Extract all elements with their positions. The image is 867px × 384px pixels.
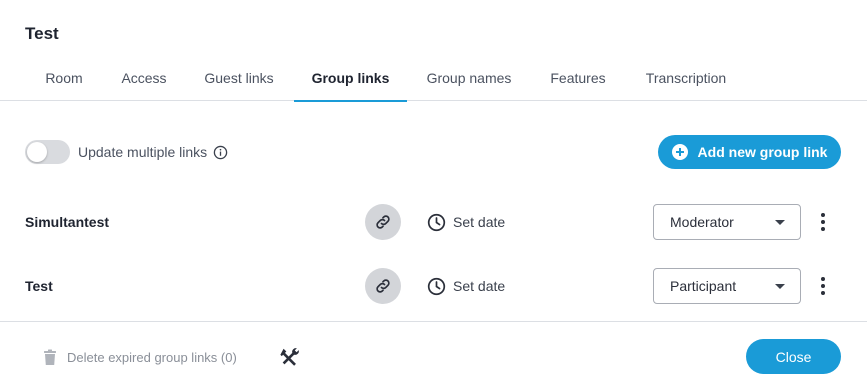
role-select[interactable]: Participant xyxy=(653,268,801,304)
delete-expired-label: Delete expired group links (0) xyxy=(67,349,237,365)
link-icon xyxy=(376,215,390,229)
caret-down-icon xyxy=(775,220,785,225)
kebab-menu-icon[interactable] xyxy=(813,210,833,234)
set-date-label: Set date xyxy=(453,278,506,294)
add-new-group-link-label: Add new group link xyxy=(697,144,828,160)
role-select-value: Moderator xyxy=(670,214,734,230)
tab-features[interactable]: Features xyxy=(541,56,615,101)
delete-expired-group-links-button[interactable]: Delete expired group links (0) xyxy=(43,345,237,369)
tab-group-names[interactable]: Group names xyxy=(418,56,520,101)
toggle-knob xyxy=(27,142,47,162)
kebab-menu-icon[interactable] xyxy=(813,274,833,298)
trash-icon xyxy=(44,349,56,365)
copy-link-button[interactable] xyxy=(365,268,401,304)
clock-icon xyxy=(427,277,446,295)
info-icon[interactable] xyxy=(213,145,228,160)
role-select[interactable]: Moderator xyxy=(653,204,801,240)
group-link-name: Test xyxy=(25,278,53,294)
set-date-button[interactable]: Set date xyxy=(427,202,505,242)
plus-circle-icon xyxy=(671,144,688,160)
add-new-group-link-button[interactable]: Add new group link xyxy=(658,135,841,169)
set-date-button[interactable]: Set date xyxy=(427,266,505,306)
tab-room[interactable]: Room xyxy=(34,56,94,101)
tab-access[interactable]: Access xyxy=(113,56,175,101)
tab-transcription[interactable]: Transcription xyxy=(636,56,736,101)
close-button[interactable]: Close xyxy=(746,339,841,374)
group-link-row: Simultantest Set date Moderator xyxy=(0,202,867,242)
dialog-title: Test xyxy=(25,24,59,43)
update-multiple-links-row: Update multiple links xyxy=(25,140,228,164)
tab-guest-links[interactable]: Guest links xyxy=(195,56,283,101)
set-date-label: Set date xyxy=(453,214,506,230)
clock-icon xyxy=(427,213,446,231)
footer-divider xyxy=(0,321,867,322)
tab-bar: Room Access Guest links Group links Grou… xyxy=(0,56,867,102)
update-multiple-links-toggle[interactable] xyxy=(25,140,70,164)
hammer-wrench-icon[interactable] xyxy=(279,346,301,368)
caret-down-icon xyxy=(775,284,785,289)
group-link-name: Simultantest xyxy=(25,214,110,230)
role-select-value: Participant xyxy=(670,278,737,294)
update-multiple-links-label: Update multiple links xyxy=(78,144,208,160)
copy-link-button[interactable] xyxy=(365,204,401,240)
group-link-row: Test Set date Participant xyxy=(0,266,867,306)
tab-group-links[interactable]: Group links xyxy=(294,56,407,102)
link-icon xyxy=(376,279,390,293)
